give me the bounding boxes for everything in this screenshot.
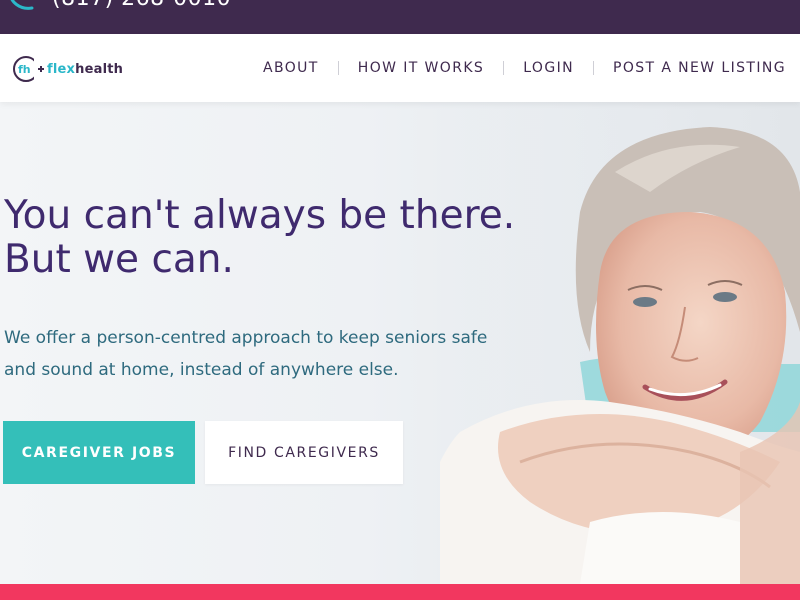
site-header: fh flexhealth ABOUT HOW IT WORKS LOGIN P… <box>0 34 800 102</box>
hero-section: You can't always be there. But we can. W… <box>0 102 800 584</box>
top-contact-bar: (817) 268-0010 <box>0 0 800 34</box>
hero-headline: You can't always be there. But we can. <box>4 194 604 282</box>
page: (817) 268-0010 fh flexhealth ABOUT HOW I… <box>0 0 800 600</box>
phone-icon <box>10 0 34 10</box>
hero-subtext-line2: and sound at home, instead of anywhere e… <box>4 360 399 380</box>
logo-text-flex: flex <box>47 61 76 77</box>
bottom-accent-strip <box>0 584 800 600</box>
svg-text:fh: fh <box>18 63 31 76</box>
nav-item-login[interactable]: LOGIN <box>523 60 574 76</box>
nav-item-how-it-works[interactable]: HOW IT WORKS <box>358 60 484 76</box>
hero-headline-line2: But we can. <box>4 237 234 282</box>
nav-item-post-listing[interactable]: POST A NEW LISTING <box>613 60 786 76</box>
main-nav: ABOUT HOW IT WORKS LOGIN POST A NEW LIST… <box>263 58 786 78</box>
logo-mark-icon: fh <box>13 56 44 82</box>
logo[interactable]: fh flexhealth <box>12 54 123 84</box>
hero-subtext-line1: We offer a person-centred approach to ke… <box>4 328 488 348</box>
logo-text-health: health <box>75 61 124 77</box>
find-caregivers-button[interactable]: FIND CAREGIVERS <box>205 421 403 484</box>
hero-subtext: We offer a person-centred approach to ke… <box>4 322 524 386</box>
nav-divider <box>503 61 505 75</box>
nav-item-about[interactable]: ABOUT <box>263 60 319 76</box>
nav-divider <box>337 61 339 75</box>
phone-number[interactable]: (817) 268-0010 <box>52 0 231 11</box>
caregiver-jobs-button[interactable]: CAREGIVER JOBS <box>3 421 195 484</box>
nav-divider <box>592 61 594 75</box>
hero-headline-line1: You can't always be there. <box>4 193 516 238</box>
logo-text: flexhealth <box>47 62 123 77</box>
